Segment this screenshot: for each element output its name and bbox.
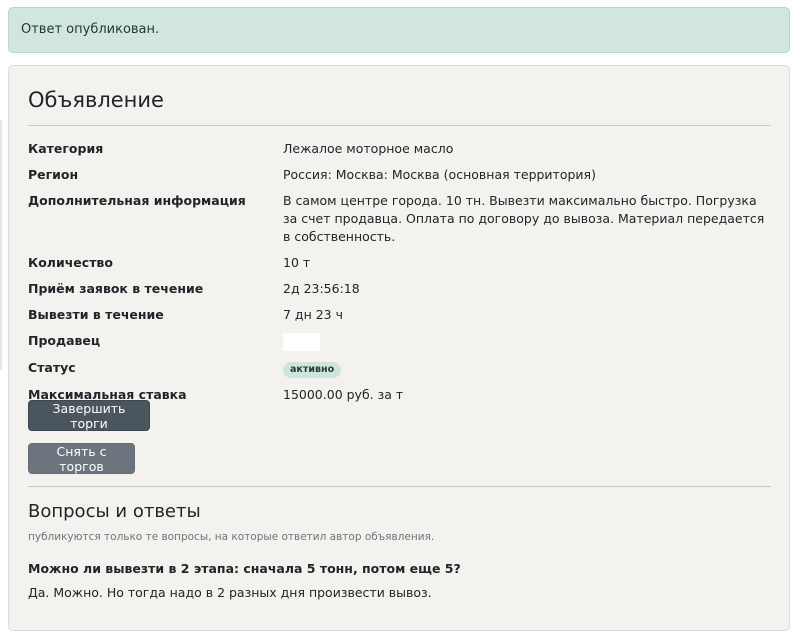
detail-row-info: Дополнительная информация В самом центре…	[28, 192, 771, 246]
listing-card: Объявление Категория Лежалое моторное ма…	[8, 65, 790, 631]
detail-row-bids-window: Приём заявок в течение 2д 23:56:18	[28, 280, 771, 298]
detail-label: Категория	[28, 141, 104, 156]
detail-label: Вывезти в течение	[28, 307, 164, 322]
detail-label: Дополнительная информация	[28, 193, 246, 208]
title-divider	[28, 125, 771, 126]
detail-value: В самом центре города. 10 тн. Вывезти ма…	[283, 193, 765, 244]
qa-title: Вопросы и ответы	[28, 501, 201, 522]
alert-text: Ответ опубликован.	[21, 22, 160, 37]
detail-value	[283, 332, 771, 351]
detail-label: Количество	[28, 255, 113, 270]
detail-label: Регион	[28, 167, 79, 182]
detail-row-region: Регион Россия: Москва: Москва (основная …	[28, 166, 771, 184]
detail-label: Продавец	[28, 333, 101, 348]
qa-question: Можно ли вывезти в 2 этапа: сначала 5 то…	[28, 561, 461, 576]
detail-row-pickup-window: Вывезти в течение 7 дн 23 ч	[28, 306, 771, 324]
listing-title: Объявление	[28, 88, 164, 112]
qa-subtitle: публикуются только те вопросы, на которы…	[28, 531, 435, 543]
detail-row-status: Статус активно	[28, 359, 771, 378]
seller-placeholder	[283, 332, 320, 351]
qa-answer: Да. Можно. Но тогда надо в 2 разных дня …	[28, 585, 432, 600]
detail-value: 2д 23:56:18	[283, 281, 360, 296]
qa-divider	[28, 486, 771, 487]
status-badge: активно	[283, 361, 342, 378]
finish-auction-button[interactable]: Завершить торги	[28, 400, 150, 431]
withdraw-button[interactable]: Снять с торгов	[28, 443, 135, 474]
detail-label: Статус	[28, 359, 76, 375]
detail-value: 15000.00 руб. за т	[283, 386, 404, 402]
detail-value: 10 т	[283, 255, 311, 270]
detail-value: активно	[283, 359, 771, 378]
success-alert: Ответ опубликован.	[8, 7, 790, 53]
detail-row-seller: Продавец	[28, 332, 771, 351]
detail-value: Россия: Москва: Москва (основная террито…	[283, 167, 596, 182]
detail-row-category: Категория Лежалое моторное масло	[28, 140, 771, 158]
detail-value: Лежалое моторное масло	[283, 141, 454, 156]
listing-details: Категория Лежалое моторное масло Регион …	[28, 140, 771, 412]
detail-row-quantity: Количество 10 т	[28, 254, 771, 272]
detail-label: Приём заявок в течение	[28, 281, 204, 296]
detail-value: 7 дн 23 ч	[283, 307, 343, 322]
page-left-edge	[0, 120, 2, 370]
